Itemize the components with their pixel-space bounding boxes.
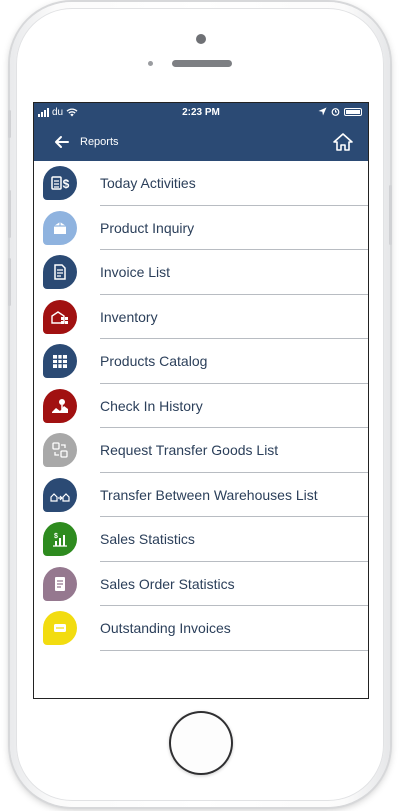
home-hardware-button[interactable] <box>169 711 233 775</box>
earpiece-speaker <box>172 60 232 67</box>
app-screen: du 2:23 PM Reports $ Today Activities Prod… <box>33 102 369 699</box>
power-button <box>389 185 392 245</box>
order-sheet-icon <box>43 566 77 601</box>
report-item-inventory[interactable]: Inventory <box>34 295 368 339</box>
volume-down-button <box>8 258 11 306</box>
status-right <box>318 107 362 116</box>
sales-chart-icon: $ <box>43 522 77 556</box>
report-list: $ Today Activities Product Inquiry Invoice … <box>34 161 368 651</box>
report-item-transfer-between-warehouses-list[interactable]: Transfer Between Warehouses List <box>34 473 368 517</box>
transfer-icon <box>43 433 77 467</box>
mute-switch <box>8 110 11 138</box>
report-item-label: Inventory <box>100 308 158 325</box>
page-title: Reports <box>80 136 119 148</box>
report-item-products-catalog[interactable]: Products Catalog <box>34 339 368 384</box>
report-item-label: Invoice List <box>100 264 171 280</box>
report-item-label: Sales Statistics <box>100 531 195 547</box>
battery-icon <box>344 107 362 116</box>
map-pin-icon <box>43 388 77 423</box>
report-item-request-transfer-goods-list[interactable]: Request Transfer Goods List <box>34 428 368 473</box>
report-item-label: Today Activities <box>100 175 196 191</box>
warehouses-transfer-icon <box>43 477 77 512</box>
status-bar: du 2:23 PM <box>34 103 368 123</box>
proximity-sensor <box>148 61 153 66</box>
warehouse-icon <box>43 299 77 334</box>
home-icon[interactable] <box>332 131 354 153</box>
invoice-card-icon <box>43 611 77 645</box>
volume-up-button <box>8 190 11 238</box>
document-icon <box>43 255 77 289</box>
back-arrow-icon[interactable] <box>52 132 72 152</box>
report-item-label: Transfer Between Warehouses List <box>100 486 318 503</box>
report-item-label: Product Inquiry <box>100 219 195 236</box>
svg-text:$: $ <box>63 177 70 191</box>
report-item-invoice-list[interactable]: Invoice List <box>34 250 368 295</box>
nav-bar: Reports <box>34 123 368 161</box>
cash-register-icon: $ <box>43 166 77 200</box>
report-item-today-activities[interactable]: $ Today Activities <box>34 161 368 206</box>
report-item-label: Request Transfer Goods List <box>100 442 279 458</box>
grid-icon <box>43 344 77 378</box>
report-item-product-inquiry[interactable]: Product Inquiry <box>34 206 368 250</box>
report-item-label: Sales Order Statistics <box>100 575 235 592</box>
front-camera <box>196 34 206 44</box>
row-divider <box>100 649 368 651</box>
alarm-icon <box>331 108 340 116</box>
location-arrow-icon <box>318 107 327 116</box>
report-item-label: Products Catalog <box>100 353 208 369</box>
report-item-label: Check In History <box>100 397 203 414</box>
report-item-sales-statistics[interactable]: $ Sales Statistics <box>34 517 368 562</box>
report-item-sales-order-statistics[interactable]: Sales Order Statistics <box>34 562 368 606</box>
report-item-check-in-history[interactable]: Check In History <box>34 384 368 428</box>
svg-text:$: $ <box>54 533 58 540</box>
box-icon <box>43 210 77 245</box>
report-item-outstanding-invoices[interactable]: Outstanding Invoices <box>34 606 368 651</box>
report-item-label: Outstanding Invoices <box>100 620 231 636</box>
